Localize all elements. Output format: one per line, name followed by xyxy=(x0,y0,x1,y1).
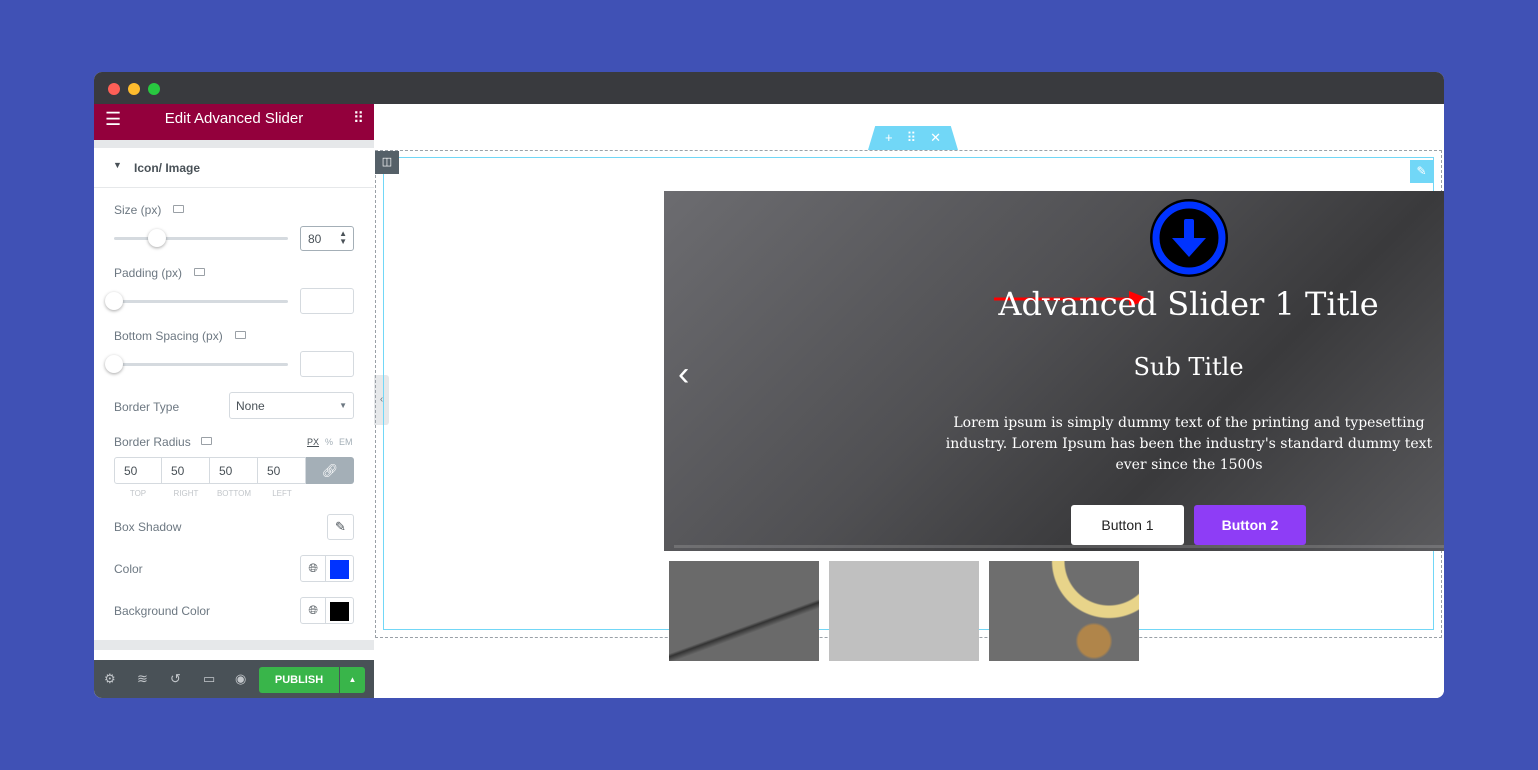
history-icon[interactable]: ↺ xyxy=(170,671,181,687)
slider: Advanced Slider 1 Title Sub Title Lorem … xyxy=(664,191,1444,551)
size-slider-handle[interactable] xyxy=(148,229,166,247)
title-bar xyxy=(94,72,1444,104)
desktop-icon[interactable] xyxy=(194,268,205,276)
close-window-button[interactable] xyxy=(108,83,120,95)
arrow-down-circle-icon xyxy=(1150,199,1228,277)
slide-description: Lorem ipsum is simply dummy text of the … xyxy=(945,415,1433,473)
unit-em[interactable]: EM xyxy=(339,437,353,447)
padding-label: Padding (px) xyxy=(114,266,183,280)
previous-slide-chevron-left-icon[interactable]: ‹ xyxy=(678,355,689,394)
border-type-label: Border Type xyxy=(114,400,180,414)
section-handle: + ⠿ ✕ xyxy=(868,126,958,150)
thumbnail-2[interactable] xyxy=(829,561,979,661)
desktop-icon[interactable] xyxy=(173,205,184,213)
unit-px[interactable]: PX xyxy=(307,437,319,447)
settings-gear-icon[interactable]: ⚙ xyxy=(104,671,116,687)
drag-section-icon[interactable]: ⠿ xyxy=(907,126,917,150)
radius-top-input[interactable]: 50 xyxy=(114,457,162,484)
radius-left-input[interactable]: 50 xyxy=(258,457,306,484)
hamburger-menu-icon[interactable]: ☰ xyxy=(105,104,121,134)
button-2[interactable]: Button 2 xyxy=(1194,505,1306,545)
unit-percent[interactable]: % xyxy=(325,437,333,447)
caret-down-icon: ▼ xyxy=(113,160,122,170)
background-color-label: Background Color xyxy=(114,604,211,618)
sidebar-panel: ☰ Edit Advanced Slider ⠿ ▼ Icon/ Image S… xyxy=(94,104,374,698)
minimize-window-button[interactable] xyxy=(128,83,140,95)
progress-track xyxy=(674,545,1444,548)
bottom-spacing-input[interactable] xyxy=(300,351,354,377)
size-label: Size (px) xyxy=(114,203,162,217)
globe-icon[interactable]: 🌐︎ xyxy=(301,598,327,623)
color-control: 🌐︎ xyxy=(300,555,354,582)
section-title: Icon/ Image xyxy=(134,161,201,175)
desktop-icon[interactable] xyxy=(201,437,212,445)
responsive-desktop-icon[interactable]: ▭ xyxy=(203,671,215,687)
padding-slider[interactable] xyxy=(114,300,288,303)
radius-right-input[interactable]: 50 xyxy=(162,457,210,484)
preview-eye-icon[interactable]: ◉ xyxy=(235,671,246,687)
bottom-spacing-slider[interactable] xyxy=(114,363,288,366)
border-radius-label: Border Radius xyxy=(114,435,191,449)
section-header-icon-image[interactable]: ▼ Icon/ Image xyxy=(94,148,374,188)
thumbnail-1[interactable] xyxy=(669,561,819,661)
grid-apps-icon[interactable]: ⠿ xyxy=(353,104,364,134)
panel-header: ☰ Edit Advanced Slider ⠿ xyxy=(94,104,374,140)
slide-subtitle: Sub Title xyxy=(1133,353,1244,381)
padding-slider-handle[interactable] xyxy=(105,292,123,310)
chevron-down-icon: ▼ xyxy=(339,401,347,410)
thumbnail-3[interactable] xyxy=(989,561,1139,661)
bottom-spacing-label: Bottom Spacing (px) xyxy=(114,329,223,343)
panel-footer: ⚙ ≋ ↺ ▭ ◉ PUBLISH ▲ xyxy=(94,660,374,698)
color-swatch[interactable] xyxy=(330,560,349,579)
slide-title: Advanced Slider 1 Title xyxy=(998,285,1379,323)
globe-icon[interactable]: 🌐︎ xyxy=(301,556,327,581)
column-handle-icon[interactable]: ◫ xyxy=(375,151,399,174)
color-label: Color xyxy=(114,562,143,576)
layers-icon[interactable]: ≋ xyxy=(137,671,148,687)
background-color-control: 🌐︎ xyxy=(300,597,354,624)
delete-section-icon[interactable]: ✕ xyxy=(930,126,941,150)
preview-canvas: ‹ + ⠿ ✕ ◫ Advanced Slider 1 Title Sub Titl… xyxy=(374,104,1444,698)
radius-side-labels: TOP RIGHT BOTTOM LEFT xyxy=(129,489,292,498)
add-section-icon[interactable]: + xyxy=(885,126,893,150)
background-color-swatch[interactable] xyxy=(330,602,349,621)
divider xyxy=(94,140,374,148)
edit-pencil-icon[interactable]: ✎ xyxy=(327,514,354,540)
border-radius-dimensions: 50 50 50 50 🔗︎ xyxy=(114,457,354,484)
divider xyxy=(94,640,374,650)
bottom-spacing-slider-handle[interactable] xyxy=(105,355,123,373)
size-input[interactable]: 80 ▲ ▼ xyxy=(300,226,354,251)
button-1[interactable]: Button 1 xyxy=(1071,505,1184,545)
radius-bottom-input[interactable]: 50 xyxy=(210,457,258,484)
edit-widget-pencil-icon[interactable]: ✎ xyxy=(1410,160,1433,183)
link-values-icon[interactable]: 🔗︎ xyxy=(306,457,354,484)
editor-window: ☰ Edit Advanced Slider ⠿ ▼ Icon/ Image S… xyxy=(94,72,1444,698)
panel-title: Edit Advanced Slider xyxy=(164,110,304,127)
border-type-select[interactable]: None ▼ xyxy=(229,392,354,419)
desktop-icon[interactable] xyxy=(235,331,246,339)
stepper-icon[interactable]: ▲ ▼ xyxy=(339,230,347,246)
publish-options-caret-up-icon[interactable]: ▲ xyxy=(340,667,365,693)
publish-button[interactable]: PUBLISH xyxy=(259,667,339,693)
padding-input[interactable] xyxy=(300,288,354,314)
box-shadow-label: Box Shadow xyxy=(114,520,182,534)
size-slider[interactable] xyxy=(114,237,288,240)
maximize-window-button[interactable] xyxy=(148,83,160,95)
